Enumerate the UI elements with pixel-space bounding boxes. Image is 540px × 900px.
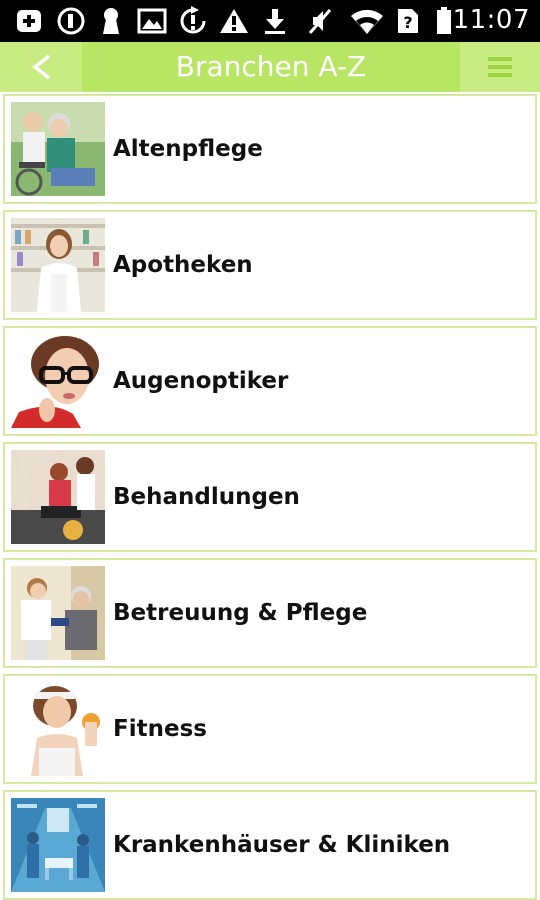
category-list: Altenpflege Apotheken Augenoptiker Behan…: [0, 92, 540, 900]
action-bar: Branchen A-Z: [0, 42, 540, 92]
nursing-photo: [11, 566, 105, 660]
back-button[interactable]: [0, 42, 82, 92]
svg-text:?: ?: [403, 13, 412, 32]
list-item-label: Fitness: [113, 716, 207, 742]
download-icon: [262, 8, 288, 34]
list-item-augenoptiker[interactable]: Augenoptiker: [3, 326, 537, 436]
hospital-corridor-photo: [11, 798, 105, 892]
warning-icon: [218, 8, 250, 34]
circle-one-icon: [56, 7, 86, 35]
list-item-label: Krankenhäuser & Kliniken: [113, 832, 451, 858]
list-item-altenpflege[interactable]: Altenpflege: [3, 94, 537, 204]
sync-alert-icon: [176, 6, 210, 34]
page-title: Branchen A-Z: [175, 50, 367, 83]
list-item-label: Altenpflege: [113, 136, 263, 162]
list-item-label: Apotheken: [113, 252, 253, 278]
fitness-woman-photo: [11, 682, 105, 776]
status-time: 11:07: [452, 5, 530, 35]
chevron-left-icon: [32, 54, 51, 80]
elderly-care-photo: [11, 102, 105, 196]
keyhole-icon: [100, 8, 122, 34]
list-item-label: Augenoptiker: [113, 368, 289, 394]
image-icon: [136, 8, 168, 34]
sim-unknown-icon: ?: [394, 8, 422, 34]
physiotherapy-photo: [11, 450, 105, 544]
menu-button[interactable]: [460, 42, 540, 92]
battery-icon: [434, 7, 454, 34]
list-item-behandlungen[interactable]: Behandlungen: [3, 442, 537, 552]
list-item-fitness[interactable]: Fitness: [3, 674, 537, 784]
list-item-betreuung-pflege[interactable]: Betreuung & Pflege: [3, 558, 537, 668]
wifi-icon: [348, 8, 386, 34]
list-item-apotheken[interactable]: Apotheken: [3, 210, 537, 320]
list-item-label: Betreuung & Pflege: [113, 600, 368, 626]
list-item-krankenhaeuser-kliniken[interactable]: Krankenhäuser & Kliniken: [3, 790, 537, 900]
status-bar: ? 11:07: [0, 0, 540, 42]
pharmacist-photo: [11, 218, 105, 312]
glasses-woman-photo: [11, 334, 105, 428]
mute-icon: [306, 8, 334, 34]
add-box-icon: [14, 8, 44, 34]
menu-icon: [488, 57, 512, 77]
list-item-label: Behandlungen: [113, 484, 300, 510]
